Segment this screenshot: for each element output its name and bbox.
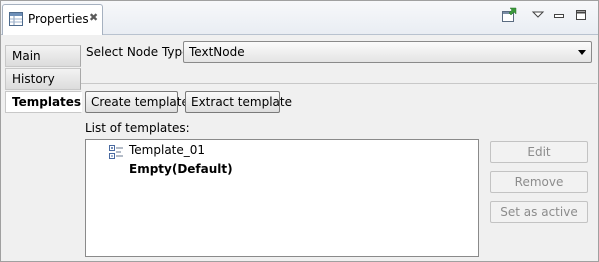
view-menu-icon[interactable] <box>530 7 546 23</box>
side-tab-templates[interactable]: Templates <box>5 91 82 113</box>
templates-tree[interactable]: Template_01 Empty(Default) <box>85 139 479 257</box>
node-type-value: TextNode <box>189 45 245 59</box>
template-tree-icon <box>109 145 124 159</box>
maximize-icon[interactable] <box>573 7 589 23</box>
pin-view-icon[interactable] <box>501 7 517 23</box>
tree-item[interactable]: Template_01 <box>86 140 478 160</box>
set-as-active-button[interactable]: Set as active <box>490 201 588 223</box>
remove-button[interactable]: Remove <box>490 171 588 193</box>
node-type-label: Select Node Type <box>86 45 190 59</box>
minimize-icon[interactable] <box>551 7 567 23</box>
side-tab-history[interactable]: History <box>5 68 81 90</box>
chevron-down-icon <box>578 50 586 55</box>
template-name: Template_01 <box>129 143 206 157</box>
node-type-dropdown[interactable]: TextNode <box>183 41 592 63</box>
templates-panel: Select Node Type TextNode Create templat… <box>81 37 597 259</box>
create-template-button[interactable]: Create template <box>85 91 189 113</box>
view-title: Properties <box>28 12 89 26</box>
view-content: Main History Templates Select Node Type … <box>1 35 598 261</box>
properties-view: Properties ✖ Main History Templates Sele… <box>0 0 599 262</box>
extract-template-button[interactable]: Extract template <box>185 91 292 113</box>
side-tab-list: Main History Templates <box>5 45 82 114</box>
side-tab-main[interactable]: Main <box>5 45 81 67</box>
view-tab-bar: Properties ✖ <box>1 1 598 35</box>
template-name: Empty(Default) <box>129 162 233 176</box>
templates-list-label: List of templates: <box>85 121 190 135</box>
close-icon[interactable]: ✖ <box>89 11 98 25</box>
properties-icon <box>9 12 23 26</box>
tree-item[interactable]: Empty(Default) <box>86 160 478 180</box>
separator <box>81 83 597 84</box>
properties-tab[interactable]: Properties ✖ <box>2 4 103 35</box>
edit-button[interactable]: Edit <box>490 141 588 163</box>
